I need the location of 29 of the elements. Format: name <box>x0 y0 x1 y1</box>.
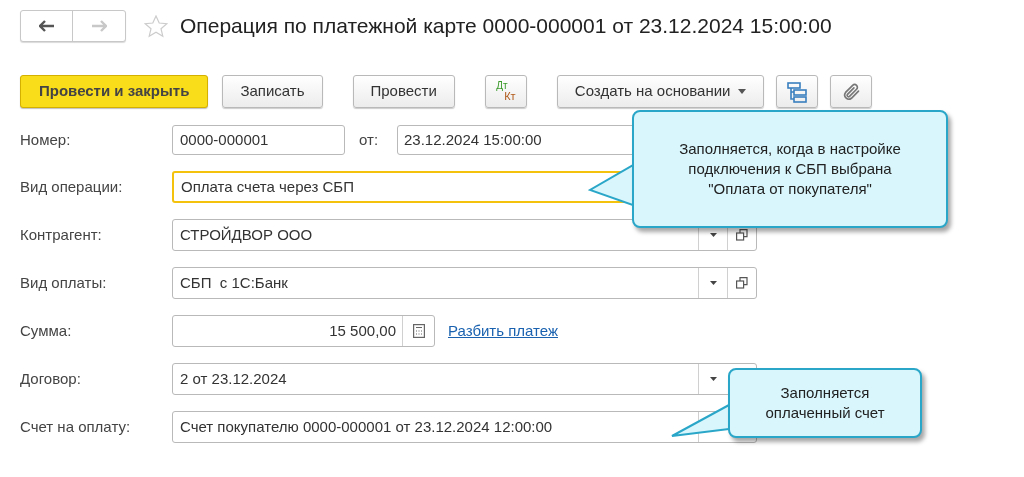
dt-kt-button[interactable]: Дт Кт <box>484 75 527 108</box>
split-payment-link[interactable]: Разбить платеж <box>448 319 558 343</box>
field-value: 15 500,00 <box>328 320 397 341</box>
field-label: Счет на оплату: <box>20 416 132 437</box>
callout-tooltip: Заполняется оплаченный счет <box>728 368 922 438</box>
number-field[interactable]: 0000-000001 <box>172 125 345 155</box>
date-label: от: <box>359 129 380 150</box>
select-field[interactable]: Счет покупателю 0000-000001 от 23.12.2024 12:00:00 <box>172 411 757 443</box>
field-label: Договор: <box>20 368 82 389</box>
field-value: Оплата счета через СБП <box>180 176 355 197</box>
amount-field[interactable]: 15 500,00 <box>172 315 435 347</box>
create-based-on-button[interactable]: Создать на основании <box>556 75 765 108</box>
field-value: СБП с 1С:Банк <box>179 272 289 293</box>
select-field[interactable]: СБП с 1С:Банк <box>172 267 757 299</box>
select-field[interactable]: 2 от 23.12.2024 <box>172 363 757 395</box>
field-value: Счет покупателю 0000-000001 от 23.12.2024 12:00:00 <box>179 416 554 437</box>
select-field[interactable]: СТРОЙДВОР ООО <box>172 219 757 251</box>
field-label: Контрагент: <box>20 224 103 245</box>
field-label: Вид операции: <box>20 176 124 197</box>
field-value: СТРОЙДВОР ООО <box>179 224 314 245</box>
toolbar-button[interactable]: Провести <box>352 75 455 108</box>
field-label: Номер: <box>20 129 72 150</box>
toolbar-button[interactable]: Записать <box>222 75 323 108</box>
field-label: Сумма: <box>20 320 73 341</box>
post-and-close-button[interactable]: Провести и закрыть <box>20 75 209 108</box>
field-label: Вид оплаты: <box>20 272 108 293</box>
window-title: Операция по платежной карте 0000-000001 от 23.12.2024 15:00:00 <box>180 13 832 40</box>
field-value: 2 от 23.12.2024 <box>179 368 288 389</box>
callout-tooltip: Заполняется, когда в настройке подключения к СБП выбрана "Оплата от покупателя" <box>632 110 948 228</box>
